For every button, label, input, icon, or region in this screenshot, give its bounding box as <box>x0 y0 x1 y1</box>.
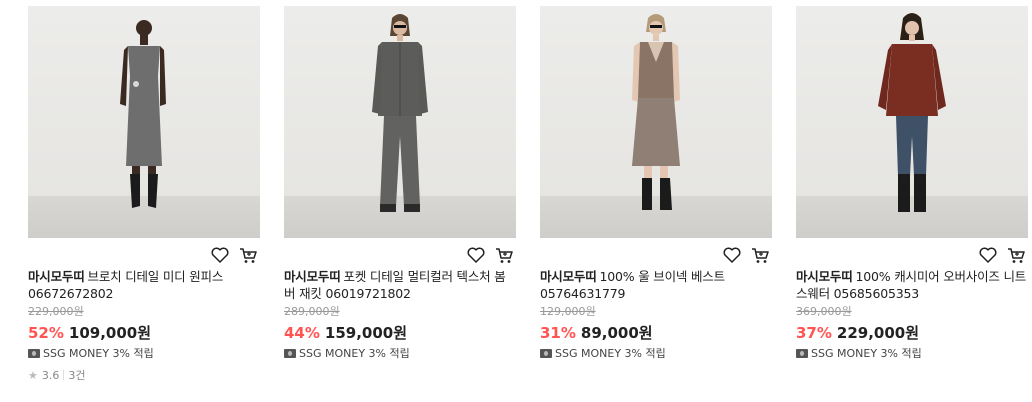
ssg-money-info: SSG MONEY 3% 적립 <box>540 346 772 360</box>
sale-price: 109,000원 <box>68 324 152 342</box>
product-image[interactable] <box>540 6 772 238</box>
original-price: 129,000원 <box>540 305 596 318</box>
rating-summary: ★ 3.6 3건 <box>28 367 260 383</box>
cart-icon[interactable] <box>494 245 514 265</box>
ssg-money-icon <box>28 348 40 358</box>
divider <box>63 370 65 380</box>
review-count: 3건 <box>68 369 86 382</box>
brand-name: 마시모두띠 <box>28 269 85 284</box>
ssg-money-label: SSG MONEY 3% 적립 <box>299 347 410 360</box>
heart-icon[interactable] <box>210 245 230 265</box>
product-card[interactable]: 마시모두띠 100% 울 브이넥 베스트 05764631779 129,000원… <box>540 6 772 360</box>
sale-price: 229,000원 <box>836 324 920 342</box>
discount-rate: 31% <box>540 324 576 342</box>
heart-icon[interactable] <box>466 245 486 265</box>
discount-rate: 37% <box>796 324 832 342</box>
brand-name: 마시모두띠 <box>540 269 597 284</box>
sale-price: 89,000원 <box>580 324 653 342</box>
discount-rate: 44% <box>284 324 320 342</box>
star-icon: ★ <box>28 368 38 382</box>
ssg-money-label: SSG MONEY 3% 적립 <box>43 347 154 360</box>
product-card[interactable]: 마시모두띠 브로치 디테일 미디 원피스 06672672802 229,000원… <box>28 6 260 383</box>
ssg-money-label: SSG MONEY 3% 적립 <box>811 347 922 360</box>
sale-price: 159,000원 <box>324 324 408 342</box>
product-title[interactable]: 마시모두띠 포켓 디테일 멀티컬러 텍스처 봄버 재킷 06019721802 <box>284 268 516 302</box>
original-price: 369,000원 <box>796 305 852 318</box>
cart-icon[interactable] <box>238 245 258 265</box>
product-image[interactable] <box>796 6 1028 238</box>
cart-icon[interactable] <box>1006 245 1026 265</box>
ssg-money-info: SSG MONEY 3% 적립 <box>28 346 260 360</box>
product-grid: 마시모두띠 브로치 디테일 미디 원피스 06672672802 229,000원… <box>0 0 1032 402</box>
product-image[interactable] <box>28 6 260 238</box>
heart-icon[interactable] <box>978 245 998 265</box>
ssg-money-label: SSG MONEY 3% 적립 <box>555 347 666 360</box>
product-title[interactable]: 마시모두띠 브로치 디테일 미디 원피스 06672672802 <box>28 268 260 302</box>
brand-name: 마시모두띠 <box>796 269 853 284</box>
product-image[interactable] <box>284 6 516 238</box>
product-card[interactable]: 마시모두띠 100% 캐시미어 오버사이즈 니트 스웨터 05685605353 … <box>796 6 1028 360</box>
ssg-money-icon <box>796 348 808 358</box>
original-price: 229,000원 <box>28 305 84 318</box>
heart-icon[interactable] <box>722 245 742 265</box>
ssg-money-icon <box>540 348 552 358</box>
brand-name: 마시모두띠 <box>284 269 341 284</box>
product-title[interactable]: 마시모두띠 100% 캐시미어 오버사이즈 니트 스웨터 05685605353 <box>796 268 1028 302</box>
product-title[interactable]: 마시모두띠 100% 울 브이넥 베스트 05764631779 <box>540 268 772 302</box>
rating-value: 3.6 <box>41 368 60 382</box>
discount-rate: 52% <box>28 324 64 342</box>
ssg-money-info: SSG MONEY 3% 적립 <box>796 346 1028 360</box>
product-card[interactable]: 마시모두띠 포켓 디테일 멀티컬러 텍스처 봄버 재킷 06019721802 2… <box>284 6 516 360</box>
original-price: 289,000원 <box>284 305 340 318</box>
ssg-money-info: SSG MONEY 3% 적립 <box>284 346 516 360</box>
cart-icon[interactable] <box>750 245 770 265</box>
ssg-money-icon <box>284 348 296 358</box>
